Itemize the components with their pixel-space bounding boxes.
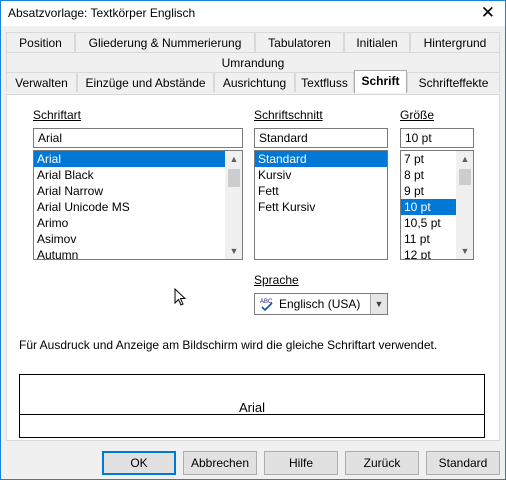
language-select[interactable]: ABC Englisch (USA) ▼ — [254, 293, 388, 315]
close-icon[interactable]: ✕ — [481, 3, 495, 23]
list-item[interactable]: Arimo — [34, 215, 242, 231]
tab-initialen[interactable]: Initialen — [344, 32, 410, 52]
spellcheck-icon: ABC — [259, 296, 275, 312]
scroll-thumb[interactable] — [228, 169, 240, 187]
tab-textfluss[interactable]: Textfluss — [295, 72, 354, 92]
list-item[interactable]: Arial — [34, 151, 242, 167]
chevron-down-icon[interactable]: ▼ — [370, 294, 387, 314]
font-size-input[interactable]: 10 pt — [400, 128, 474, 148]
size-list-scrollbar[interactable]: ▲ ▼ — [456, 151, 473, 259]
scroll-down-icon[interactable]: ▼ — [226, 243, 242, 259]
tab-position[interactable]: Position — [6, 32, 75, 52]
font-family-input[interactable]: Arial — [33, 128, 243, 148]
cancel-button[interactable]: Abbrechen — [183, 451, 257, 475]
font-list-scrollbar[interactable]: ▲ ▼ — [225, 151, 242, 259]
font-style-list[interactable]: Standard Kursiv Fett Fett Kursiv — [254, 150, 388, 260]
tab-panel-schrift: Schriftart Arial Arial Arial Black Arial… — [6, 94, 500, 441]
tab-umrandung[interactable]: Umrandung — [6, 52, 500, 72]
dialog-window: Absatzvorlage: Textkörper Englisch ✕ Pos… — [0, 0, 506, 480]
tab-verwalten[interactable]: Verwalten — [6, 72, 77, 92]
list-item[interactable]: Arial Narrow — [34, 183, 242, 199]
preview-text: Arial — [238, 400, 265, 415]
language-value: Englisch (USA) — [279, 297, 361, 311]
title-bar: Absatzvorlage: Textkörper Englisch ✕ — [1, 1, 505, 26]
scroll-down-icon[interactable]: ▼ — [457, 243, 473, 259]
tab-schrift[interactable]: Schrift — [354, 70, 407, 93]
list-item[interactable]: 10 pt — [401, 199, 457, 215]
scroll-up-icon[interactable]: ▲ — [226, 151, 242, 167]
list-item[interactable]: Arial Unicode MS — [34, 199, 242, 215]
list-item[interactable]: Kursiv — [255, 167, 387, 183]
list-item[interactable]: Autumn — [34, 247, 242, 259]
list-item[interactable]: Fett — [255, 183, 387, 199]
mouse-cursor-icon — [174, 287, 188, 308]
help-button[interactable]: Hilfe — [264, 451, 338, 475]
font-family-list[interactable]: Arial Arial Black Arial Narrow Arial Uni… — [33, 150, 243, 260]
ok-button[interactable]: OK — [102, 451, 176, 475]
tab-hintergrund[interactable]: Hintergrund — [410, 32, 500, 52]
language-label: Sprache — [254, 273, 299, 287]
font-size-list[interactable]: 7 pt 8 pt 9 pt 10 pt 10,5 pt 11 pt 12 pt… — [400, 150, 474, 260]
tab-einzuege-abstaende[interactable]: Einzüge und Abstände — [77, 72, 214, 92]
font-preview: Arial — [19, 374, 485, 438]
info-text: Für Ausdruck und Anzeige am Bildschirm w… — [19, 338, 438, 352]
standard-button[interactable]: Standard — [426, 451, 500, 475]
window-title: Absatzvorlage: Textkörper Englisch — [8, 6, 196, 20]
font-size-label: Größe — [400, 108, 435, 122]
tab-ausrichtung[interactable]: Ausrichtung — [214, 72, 295, 92]
tab-schrifteffekte[interactable]: Schrifteffekte — [407, 72, 500, 92]
font-style-label: Schriftschnitt — [254, 108, 323, 122]
tab-gliederung-nummerierung[interactable]: Gliederung & Nummerierung — [75, 32, 255, 52]
list-item[interactable]: Asimov — [34, 231, 242, 247]
list-item[interactable]: Standard — [255, 151, 387, 167]
list-item[interactable]: Fett Kursiv — [255, 199, 387, 215]
list-item[interactable]: Arial Black — [34, 167, 242, 183]
scroll-thumb[interactable] — [459, 169, 471, 185]
font-style-input[interactable]: Standard — [254, 128, 388, 148]
tab-tabulatoren[interactable]: Tabulatoren — [255, 32, 344, 52]
font-family-label: Schriftart — [33, 108, 82, 122]
back-button[interactable]: Zurück — [345, 451, 419, 475]
scroll-up-icon[interactable]: ▲ — [457, 151, 473, 167]
